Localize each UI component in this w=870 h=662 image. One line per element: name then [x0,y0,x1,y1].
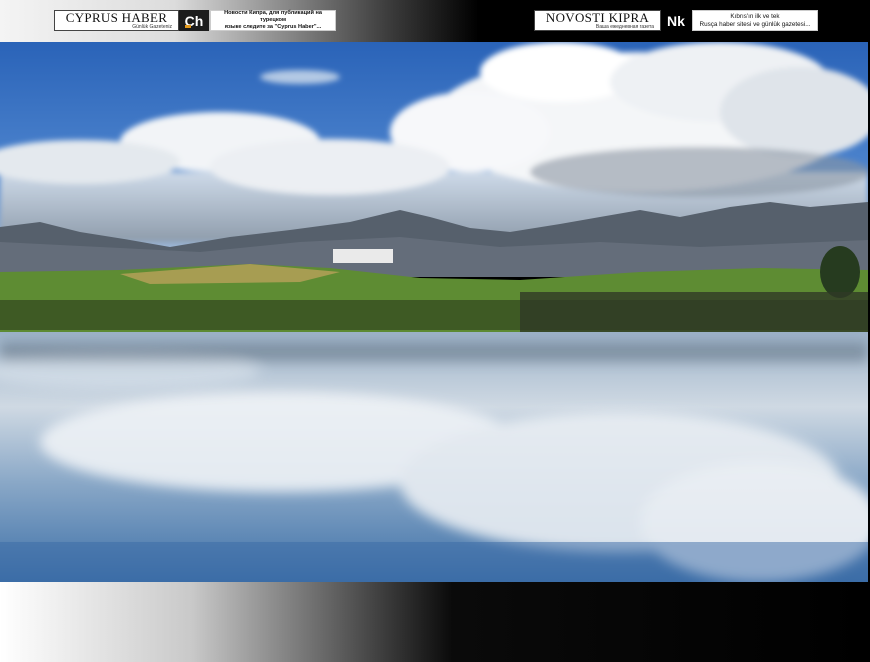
nk-logo-icon[interactable]: Nk [662,10,690,31]
promo-line-2: языке следите за "Cyprus Haber"... [224,24,322,30]
bottom-gradient-bar [0,582,870,662]
novosti-kipra-tagline: Ваша ежедневная газета [595,23,654,30]
tree [820,246,860,298]
cyprus-haber-promo[interactable]: Новости Кипра, для публикаций на турецко… [210,10,336,31]
novosti-kipra-title: NOVOSTI KIPRA [545,9,650,25]
ch-logo-accent [185,25,191,28]
landscape-photo [0,42,868,582]
cyprus-haber-logo[interactable]: CYPRUS HABER Günlük Gazeteniz [54,10,179,31]
sky-reflection [0,542,868,582]
promo-line-1: Новости Кипра, для публикаций на турецко… [224,10,322,23]
novosti-kipra-promo[interactable]: Kıbrıs'ın ilk ve tek Rusça haber sitesi … [692,10,818,31]
dark-shore [520,292,868,337]
promo-line-2: Rusça haber sitesi ve günlük gazetesi... [699,20,811,28]
ch-logo-icon[interactable]: Ch [179,10,209,31]
top-banner: CYPRUS HABER Günlük Gazeteniz Ch Новости… [0,0,870,42]
cyprus-haber-title: CYPRUS HABER [65,9,168,25]
cyprus-haber-tagline: Günlük Gazeteniz [132,23,172,30]
novosti-kipra-logo[interactable]: NOVOSTI KIPRA Ваша ежедневная газета [534,10,661,31]
nk-logo-letters: Nk [667,12,685,29]
promo-line-1: Kıbrıs'ın ilk ve tek [730,12,780,20]
flag-on-hill [333,249,393,263]
